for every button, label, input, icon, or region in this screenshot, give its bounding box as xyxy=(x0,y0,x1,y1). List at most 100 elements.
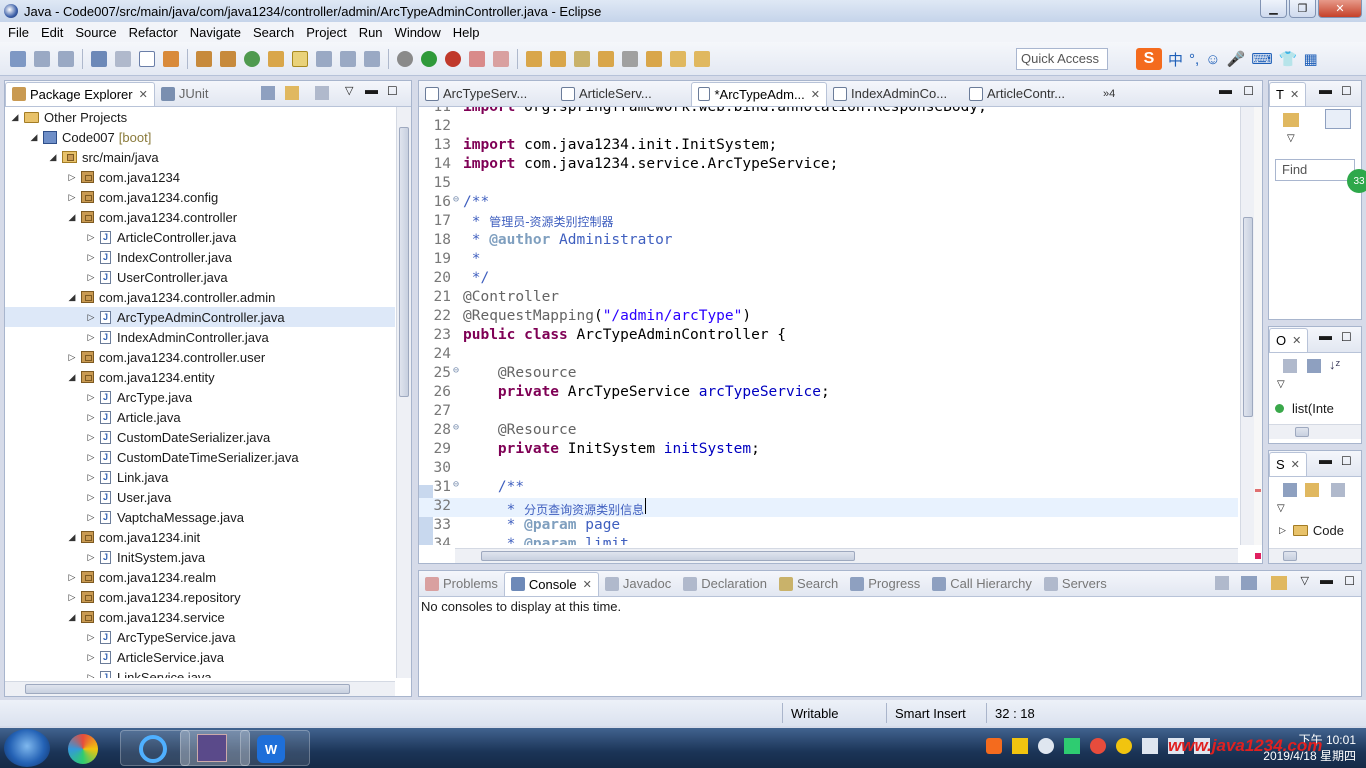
code-line[interactable]: 28 ⊖ @Resource xyxy=(419,422,1238,441)
scrollbar-thumb[interactable] xyxy=(1243,217,1253,417)
tree-item[interactable]: ▷ com.java1234 xyxy=(5,167,395,187)
annotation-icon[interactable] xyxy=(622,50,638,67)
menu-run[interactable]: Run xyxy=(353,25,389,40)
close-icon[interactable]: ✕ xyxy=(1291,458,1300,471)
view-menu-icon[interactable]: ▽ xyxy=(1277,379,1285,390)
tab-package-explorer[interactable]: Package Explorer ✕ xyxy=(5,81,155,106)
stop-icon[interactable] xyxy=(469,50,485,67)
ime-voice-icon[interactable]: 🎤 xyxy=(1227,50,1246,68)
show-whitespace-icon[interactable] xyxy=(364,50,380,67)
new-icon[interactable] xyxy=(10,50,26,67)
minimize-view-icon[interactable]: ▬ xyxy=(1219,82,1232,97)
tree-item[interactable]: ▷ J User.java xyxy=(5,487,395,507)
open-folder-icon[interactable] xyxy=(526,50,542,67)
open-type-icon[interactable] xyxy=(268,50,284,67)
sort-icon[interactable]: ↓ᶻ xyxy=(1329,357,1340,372)
ime-skin-icon[interactable]: 👕 xyxy=(1279,50,1298,68)
tree-horizontal-scrollbar[interactable] xyxy=(5,681,395,696)
expand-icon[interactable]: ▷ xyxy=(85,512,97,523)
close-icon[interactable]: ✕ xyxy=(583,578,592,591)
maximize-button[interactable]: ❐ xyxy=(1289,0,1316,18)
maximize-view-icon[interactable]: ☐ xyxy=(387,84,398,98)
tree-item[interactable]: ▷ com.java1234.repository xyxy=(5,587,395,607)
update-icon[interactable] xyxy=(1116,738,1132,754)
close-button[interactable]: ✕ xyxy=(1318,0,1362,18)
tree-item[interactable]: ◢ com.java1234.init xyxy=(5,527,395,547)
close-icon[interactable]: ✕ xyxy=(1290,88,1299,101)
skip-breakpoints-icon[interactable] xyxy=(115,50,131,67)
search-tool-icon[interactable] xyxy=(574,50,590,67)
editor-tab[interactable]: ArticleServ... xyxy=(555,82,691,106)
code-line[interactable]: 30 xyxy=(419,460,1238,479)
save-all-icon[interactable] xyxy=(58,50,74,67)
coverage-icon[interactable] xyxy=(493,50,509,67)
expand-icon[interactable]: ▷ xyxy=(66,592,78,603)
focus-icon[interactable] xyxy=(315,86,329,100)
ime-toolbox-icon[interactable]: ▦ xyxy=(1304,50,1318,68)
expand-icon[interactable]: ▷ xyxy=(85,632,97,643)
code-line[interactable]: 32 * 分页查询资源类别信息 xyxy=(419,498,1238,518)
cloud-icon[interactable] xyxy=(1038,738,1054,754)
tree-item[interactable]: ▷ com.java1234.realm xyxy=(5,567,395,587)
menu-project[interactable]: Project xyxy=(300,25,352,40)
tree-item[interactable]: ◢ src/main/java xyxy=(5,147,395,167)
expand-icon[interactable]: ▷ xyxy=(66,352,78,363)
collapse-icon[interactable]: ◢ xyxy=(66,372,78,383)
scrollbar-thumb[interactable] xyxy=(399,127,409,397)
expand-icon[interactable]: ▷ xyxy=(66,572,78,583)
console-tab[interactable]: Declaration xyxy=(677,572,773,596)
expand-icon[interactable]: ▷ xyxy=(85,472,97,483)
collapse-icon[interactable]: ◢ xyxy=(66,532,78,543)
tree-item[interactable]: ▷ J ArcTypeService.java xyxy=(5,627,395,647)
code-line[interactable]: 11 import org.springframework.web.bind.an… xyxy=(419,107,1238,118)
collapse-icon[interactable]: ◢ xyxy=(66,292,78,303)
tree-item[interactable]: ▷ J ArcType.java xyxy=(5,387,395,407)
console-tab[interactable]: Servers xyxy=(1038,572,1113,596)
menu-navigate[interactable]: Navigate xyxy=(184,25,247,40)
tree-item[interactable]: ◢ com.java1234.controller xyxy=(5,207,395,227)
terminal-icon[interactable] xyxy=(91,50,107,67)
fold-icon[interactable]: ⊖ xyxy=(453,479,463,498)
collapse-icon[interactable]: ◢ xyxy=(28,132,40,143)
collapse-icon[interactable] xyxy=(1283,483,1297,497)
collapse-icon[interactable]: ◢ xyxy=(66,612,78,623)
expand-icon[interactable]: ▷ xyxy=(85,332,97,343)
code-line[interactable]: 26 private ArcTypeService arcTypeService… xyxy=(419,384,1238,403)
refresh-icon[interactable] xyxy=(244,50,260,67)
mail-icon[interactable] xyxy=(1012,738,1028,754)
editor-tab[interactable]: *ArcTypeAdm... ✕ xyxy=(691,81,827,106)
close-icon[interactable]: ✕ xyxy=(1292,334,1301,347)
expand-icon[interactable]: ▷ xyxy=(85,232,97,243)
maximize-view-icon[interactable]: ☐ xyxy=(1341,84,1352,98)
tree-item[interactable]: ◢ com.java1234.controller.admin xyxy=(5,287,395,307)
menu-edit[interactable]: Edit xyxy=(35,25,69,40)
tree-item[interactable]: ◢ com.java1234.service xyxy=(5,607,395,627)
collapse-icon[interactable] xyxy=(1307,359,1321,373)
console-tab[interactable]: Javadoc xyxy=(599,572,677,596)
link-with-editor-icon[interactable] xyxy=(285,86,299,100)
code-line[interactable]: 27 xyxy=(419,403,1238,422)
editor-tab[interactable]: IndexAdminCo... xyxy=(827,82,963,106)
expand-icon[interactable]: ▷ xyxy=(85,252,97,263)
tree-item[interactable]: ▷ J ArcTypeAdminController.java xyxy=(5,307,395,327)
code-line[interactable]: 22 @RequestMapping("/admin/arcType") xyxy=(419,308,1238,327)
open-file-icon[interactable] xyxy=(598,50,614,67)
sogou-tray-icon[interactable] xyxy=(986,738,1002,754)
expand-icon[interactable]: ▷ xyxy=(85,272,97,283)
display-console-icon[interactable] xyxy=(1241,576,1257,590)
scrollbar-thumb[interactable] xyxy=(25,684,350,694)
server-item[interactable]: ▷ Code xyxy=(1279,523,1344,538)
filter-icon[interactable] xyxy=(1331,483,1345,497)
find-input[interactable]: Find xyxy=(1275,159,1355,181)
tree-item[interactable]: ▷ J ArticleService.java xyxy=(5,647,395,667)
code-line[interactable]: 19 * xyxy=(419,251,1238,270)
editor-vertical-scrollbar[interactable] xyxy=(1240,107,1254,545)
maximize-view-icon[interactable]: ☐ xyxy=(1341,330,1352,344)
maximize-view-icon[interactable]: ☐ xyxy=(1344,574,1355,588)
expand-icon[interactable]: ▷ xyxy=(85,392,97,403)
menu-refactor[interactable]: Refactor xyxy=(123,25,184,40)
tree-vertical-scrollbar[interactable] xyxy=(396,107,411,678)
tree-item[interactable]: ▷ J LinkService.java xyxy=(5,667,395,678)
code-line[interactable]: 31 ⊖ /** xyxy=(419,479,1238,498)
code-line[interactable]: 15 xyxy=(419,175,1238,194)
